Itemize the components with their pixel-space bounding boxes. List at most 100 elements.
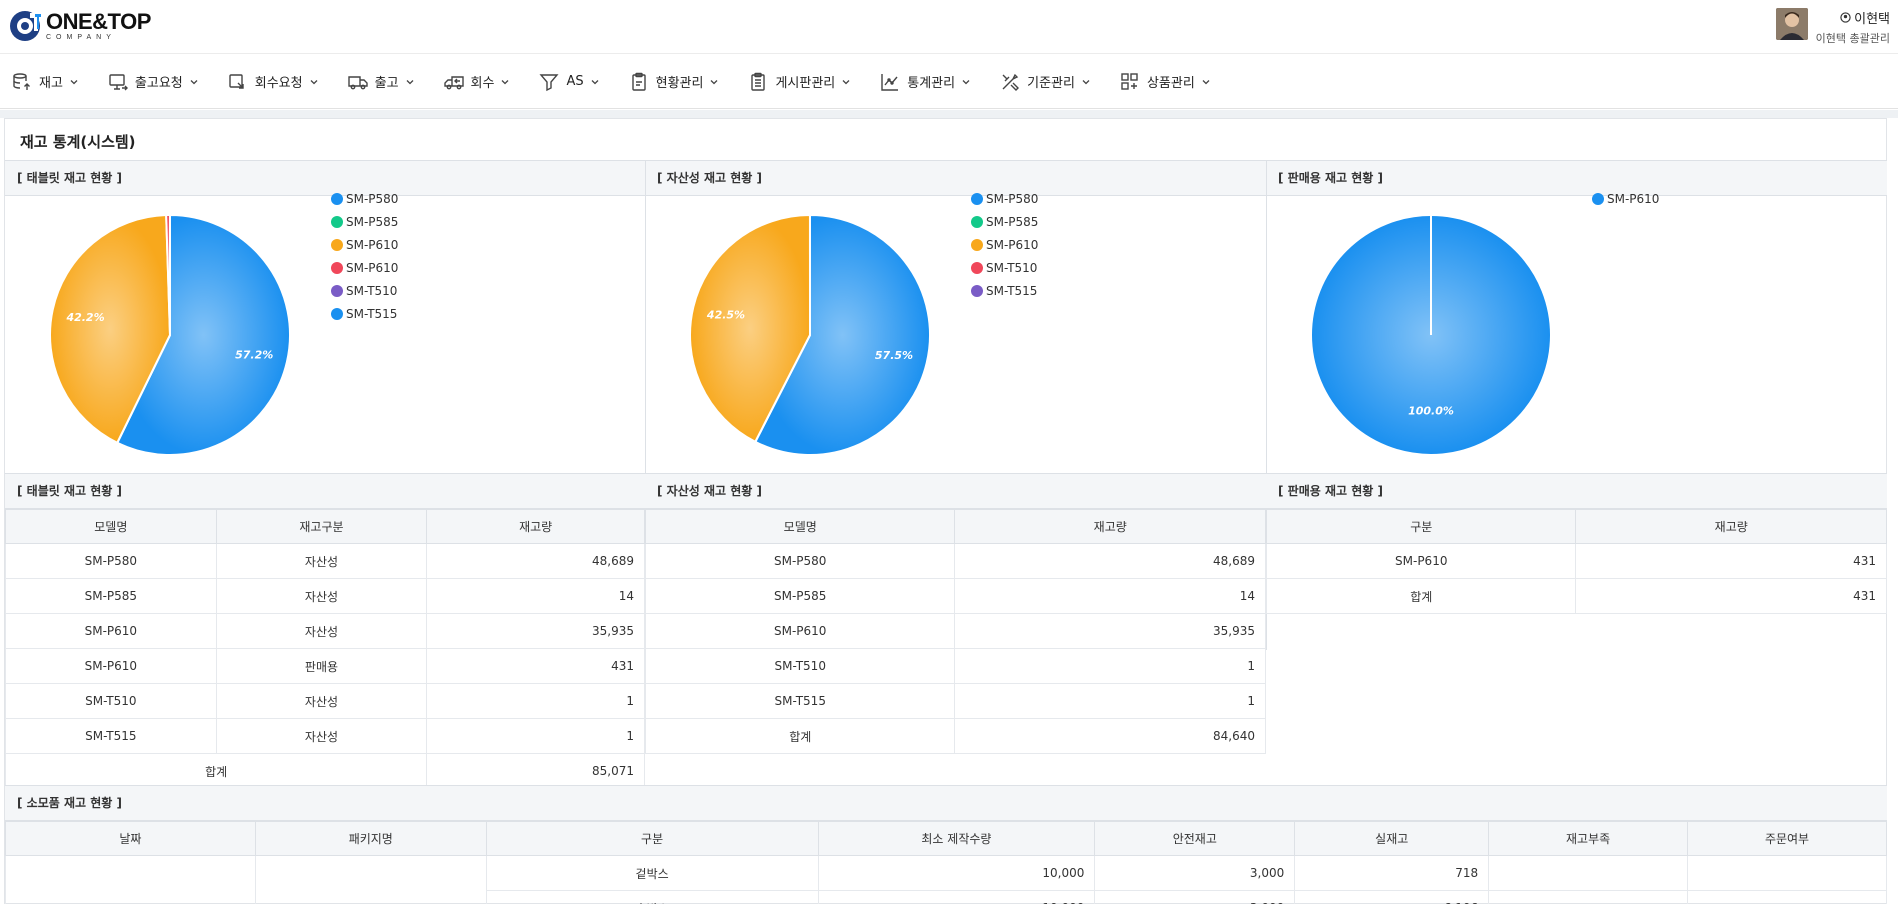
nav-item-board-management[interactable]: 게시판관리: [748, 72, 851, 92]
total-row: 합계 84,640: [644, 718, 1266, 754]
legend-item[interactable]: SM-P610: [331, 233, 398, 256]
nav-label: 출고: [374, 76, 399, 91]
sales-stock-table: 구분 재고량 SM-P610 431 합계 431: [1265, 509, 1887, 614]
column-header[interactable]: 주문여부: [1687, 821, 1887, 856]
legend-item[interactable]: SM-T510: [971, 256, 1038, 279]
table-row[interactable]: SM-T510 자산성 1: [5, 683, 645, 719]
legend-label: SM-P580: [346, 191, 399, 206]
legend-dot: [331, 261, 343, 274]
pie-slice-label: 100.0%: [1408, 405, 1454, 418]
total-row: 합계 431: [1265, 578, 1887, 614]
column-header[interactable]: 재고부족: [1488, 821, 1689, 856]
legend-dot: [1592, 192, 1604, 205]
table-row[interactable]: 겉박스 10,000 3,000 718: [5, 855, 1887, 904]
order-status-cell: [1687, 855, 1887, 891]
nav-item-outbound-request[interactable]: 출고요청: [108, 72, 199, 92]
chevron-down-icon: [710, 79, 718, 84]
table-row[interactable]: SM-T515 자산성 1: [5, 718, 645, 754]
legend-dot: [971, 238, 983, 251]
legend-item[interactable]: SM-P580: [331, 187, 398, 210]
chevron-down-icon: [310, 79, 318, 84]
table-row[interactable]: SM-P610 35,935: [644, 613, 1266, 649]
company-logo[interactable]: ONE&TOP COMPANY: [8, 9, 151, 43]
actual-stock-cell: 718: [1294, 855, 1490, 891]
tablet-table-title: [ 태블릿 재고 현황 ]: [5, 473, 645, 509]
column-header[interactable]: 모델명: [5, 509, 217, 544]
table-row[interactable]: SM-P580 자산성 48,689: [5, 543, 645, 579]
nav-item-return[interactable]: 회수: [443, 72, 511, 92]
asset-chart-legend: SM-P580 SM-P585 SM-P610 SM-T510 SM-T515: [971, 187, 1038, 302]
nav-item-return-request[interactable]: 회수요청: [228, 72, 319, 92]
column-header[interactable]: 안전재고: [1094, 821, 1296, 856]
legend-label: SM-T510: [346, 283, 398, 298]
column-header[interactable]: 실재고: [1294, 821, 1490, 856]
table-row[interactable]: SM-T510 1: [644, 648, 1266, 684]
tablet-pie-chart: 57.2% 42.2%: [49, 213, 291, 456]
column-header[interactable]: 날짜: [5, 821, 256, 856]
type-cell: 자산성: [215, 543, 428, 579]
total-label: 합계: [1265, 578, 1577, 614]
legend-item[interactable]: SM-P580: [971, 187, 1038, 210]
legend-item[interactable]: SM-T515: [971, 279, 1038, 302]
category-cell: 겉박스: [485, 855, 819, 891]
nav-item-outbound[interactable]: 출고: [347, 72, 415, 92]
tablet-stock-table: 모델명 재고구분 재고량 SM-P580 자산성 48,689 SM-P585 자산성…: [4, 509, 645, 789]
legend-label: SM-T515: [986, 283, 1038, 298]
nav-item-inventory[interactable]: 재고: [12, 72, 79, 92]
legend-dot: [331, 238, 343, 251]
column-header[interactable]: 재고량: [954, 509, 1266, 544]
safety-stock-cell: 3,000: [1094, 855, 1296, 891]
column-header[interactable]: 패키지명: [254, 821, 487, 856]
legend-label: SM-P580: [986, 191, 1039, 206]
nav-item-statistics-management[interactable]: 통계관리: [880, 72, 971, 92]
total-label: 합계: [644, 718, 956, 754]
monitor-out-icon: [109, 73, 128, 90]
clipboard-list-icon: [751, 72, 766, 91]
table-row[interactable]: SM-P585 자산성 14: [5, 578, 645, 614]
nav-item-standard-management[interactable]: 기준관리: [1000, 72, 1091, 92]
column-header[interactable]: 구분: [1265, 509, 1577, 544]
category-cell: 속박스: [485, 890, 819, 904]
nav-label: 현황관리: [655, 76, 704, 91]
legend-item[interactable]: SM-P585: [971, 210, 1038, 233]
table-row[interactable]: SM-P610 431: [1265, 543, 1887, 579]
legend-item[interactable]: SM-T510: [331, 279, 398, 302]
asset-chart-title: [ 자산성 재고 현황 ]: [645, 160, 1266, 196]
table-row[interactable]: SM-P580 48,689: [644, 543, 1266, 579]
filter-icon: [539, 73, 559, 91]
nav-item-product-management[interactable]: 상품관리: [1120, 72, 1211, 92]
user-role: 이현택 총괄관리: [1815, 32, 1890, 45]
column-header[interactable]: 재고량: [426, 509, 645, 544]
table-row[interactable]: SM-P610 자산성 35,935: [5, 613, 645, 649]
order-status-cell: [1687, 890, 1887, 904]
stats-panel: 재고 통계(시스템) [ 태블릿 재고 현황 ] [ 자산성 재고 현황 ] […: [4, 118, 1887, 904]
nav-item-status-management[interactable]: 현황관리: [629, 72, 720, 92]
sales-pie-chart: 100.0%: [1310, 214, 1552, 456]
legend-label: SM-T515: [346, 306, 398, 321]
column-header[interactable]: 재고량: [1575, 509, 1887, 544]
logo-title: ONE&TOP: [46, 9, 151, 34]
legend-label: SM-T510: [986, 260, 1038, 275]
legend-item[interactable]: SM-P610: [1592, 187, 1659, 210]
model-cell: SM-P580: [5, 543, 217, 579]
logo-subtitle: COMPANY: [46, 34, 116, 41]
chevron-down-icon: [591, 79, 599, 84]
column-header[interactable]: 모델명: [644, 509, 956, 544]
user-profile[interactable]: 이현택 이현택 총괄관리: [1775, 8, 1890, 46]
legend-label: SM-P610: [346, 237, 399, 252]
legend-item[interactable]: SM-P585: [331, 210, 398, 233]
table-row[interactable]: SM-P585 14: [644, 578, 1266, 614]
table-row[interactable]: SM-P610 판매용 431: [5, 648, 645, 684]
model-cell: SM-P580: [644, 543, 956, 579]
avatar: [1775, 8, 1808, 40]
column-header[interactable]: 재고구분: [215, 509, 428, 544]
nav-item-as[interactable]: AS: [539, 72, 599, 92]
legend-item[interactable]: SM-P610: [971, 233, 1038, 256]
column-header[interactable]: 구분: [485, 821, 819, 856]
table-row[interactable]: SM-T515 1: [644, 683, 1266, 719]
nav-label: 회수: [470, 76, 495, 91]
page-title: 재고 통계(시스템): [20, 133, 136, 151]
column-header[interactable]: 최소 제작수량: [817, 821, 1096, 856]
legend-item[interactable]: SM-P610: [331, 256, 398, 279]
legend-item[interactable]: SM-T515: [331, 302, 398, 325]
